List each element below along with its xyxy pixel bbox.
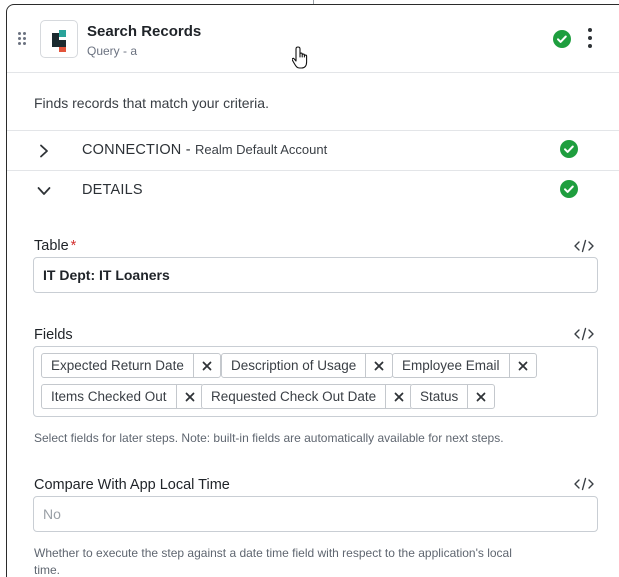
fields-help-text: Select fields for later steps. Note: bui… — [34, 431, 504, 445]
divider — [7, 170, 619, 171]
field-chip-label: Items Checked Out — [51, 389, 167, 404]
field-chip: Items Checked Out — [41, 384, 204, 409]
close-icon[interactable] — [192, 354, 220, 377]
section-connection-label: CONNECTION - Realm Default Account — [82, 142, 327, 158]
connection-label-text: CONNECTION — [82, 142, 182, 158]
field-chip-label: Description of Usage — [231, 358, 357, 373]
help-line: Whether to execute the step against a da… — [34, 546, 512, 560]
close-icon[interactable] — [467, 385, 494, 408]
compare-local-time-select[interactable]: No — [33, 496, 598, 532]
code-toggle-icon[interactable] — [574, 327, 594, 341]
chevron-right-icon — [37, 144, 51, 158]
kebab-menu-icon[interactable] — [586, 28, 594, 50]
table-select[interactable]: IT Dept: IT Loaners — [33, 257, 598, 293]
field-chip-label: Expected Return Date — [51, 358, 184, 373]
section-details[interactable]: DETAILS — [7, 172, 619, 210]
field-chip: Status — [410, 384, 496, 409]
compare-local-time-label: Compare With App Local Time — [34, 477, 230, 493]
field-chip-label: Status — [420, 389, 459, 404]
field-chip-label: Employee Email — [402, 358, 500, 373]
hand-pointer-cursor-icon — [291, 45, 312, 71]
check-circle-icon — [560, 180, 578, 198]
help-line: time. — [34, 563, 61, 577]
field-chip-label: Requested Check Out Date — [211, 389, 377, 404]
fields-label: Fields — [34, 327, 73, 343]
required-marker: * — [70, 238, 77, 254]
step-title: Search Records — [87, 23, 202, 40]
code-toggle-icon[interactable] — [574, 239, 594, 253]
check-circle-icon — [553, 30, 571, 48]
divider — [7, 130, 619, 131]
table-label-text: Table — [34, 238, 69, 254]
code-toggle-icon[interactable] — [574, 477, 594, 491]
compare-local-time-placeholder: No — [43, 506, 61, 522]
close-icon[interactable] — [175, 385, 203, 408]
compare-local-time-help-text: Whether to execute the step against a da… — [34, 545, 512, 577]
section-connection[interactable]: CONNECTION - Realm Default Account — [7, 132, 619, 170]
close-icon[interactable] — [508, 354, 536, 377]
chevron-down-icon — [37, 184, 51, 198]
fields-multiselect[interactable]: Expected Return Date Description of Usag… — [33, 346, 598, 417]
table-value: IT Dept: IT Loaners — [43, 267, 170, 283]
section-details-label: DETAILS — [82, 182, 143, 198]
field-chip: Requested Check Out Date — [201, 384, 414, 409]
close-icon[interactable] — [365, 354, 392, 377]
field-chip: Expected Return Date — [41, 353, 221, 378]
step-card: Search Records Query - a Finds records t… — [6, 4, 619, 577]
field-chip: Description of Usage — [221, 353, 394, 378]
step-header[interactable]: Search Records Query - a — [7, 5, 619, 73]
step-subtitle: Query - a — [87, 44, 138, 58]
app-logo-icon — [40, 20, 78, 58]
field-chip: Employee Email — [392, 353, 537, 378]
connection-separator: - — [181, 142, 195, 158]
table-field-label: Table * — [34, 238, 76, 254]
step-description: Finds records that match your criteria. — [34, 95, 269, 111]
check-circle-icon — [560, 140, 578, 158]
close-icon[interactable] — [385, 385, 412, 408]
connection-account: Realm Default Account — [194, 142, 328, 157]
drag-handle-icon[interactable] — [18, 32, 28, 46]
